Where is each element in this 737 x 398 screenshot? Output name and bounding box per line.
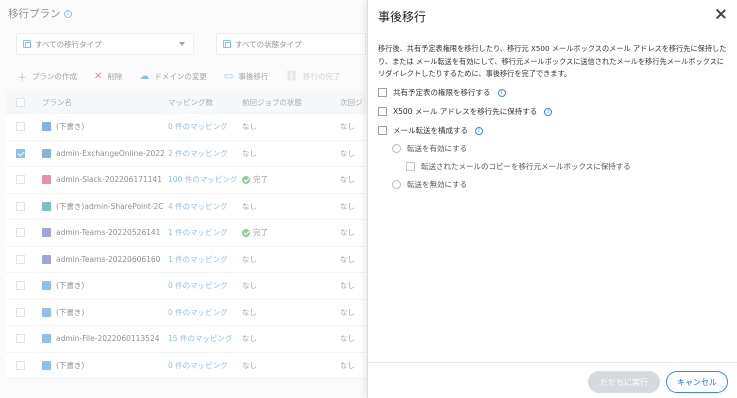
run-now-button[interactable]: ただちに実行	[588, 371, 660, 393]
keep-copy-checkbox[interactable]	[406, 162, 415, 171]
post-migration-panel: 事後移行 移行後、共有予定表権限を移行したり、移行元 X500 メールボックスの…	[367, 0, 737, 398]
calendar-permission-option[interactable]: 共有予定表の権限を移行する i	[378, 87, 506, 98]
info-icon[interactable]: i	[544, 107, 553, 116]
x500-option[interactable]: X500 メール アドレスを移行先に保持する i	[378, 106, 553, 117]
info-icon[interactable]: i	[475, 126, 483, 135]
close-icon[interactable]	[715, 8, 727, 20]
panel-description: 移行後、共有予定表権限を移行したり、移行元 X500 メールボックスのメール ア…	[378, 44, 727, 78]
mail-forwarding-option[interactable]: メール転送を構成する i	[378, 125, 483, 136]
panel-title: 事後移行	[378, 10, 427, 24]
calendar-permission-checkbox[interactable]	[378, 88, 387, 97]
disable-forwarding-radio[interactable]	[392, 180, 401, 189]
x500-checkbox[interactable]	[378, 107, 387, 116]
keep-copy-option[interactable]: 転送されたメールのコピーを移行元メールボックスに保持する	[406, 161, 631, 172]
mail-forwarding-checkbox[interactable]	[378, 126, 387, 135]
enable-forwarding-option[interactable]: 転送を有効にする	[392, 143, 467, 154]
disable-forwarding-option[interactable]: 転送を無効にする	[392, 179, 467, 190]
cancel-button[interactable]: キャンセル	[666, 371, 728, 393]
modal-overlay[interactable]	[0, 0, 367, 398]
panel-footer: ただちに実行 キャンセル	[368, 362, 737, 398]
info-icon[interactable]: i	[497, 88, 506, 97]
enable-forwarding-radio[interactable]	[392, 144, 401, 153]
